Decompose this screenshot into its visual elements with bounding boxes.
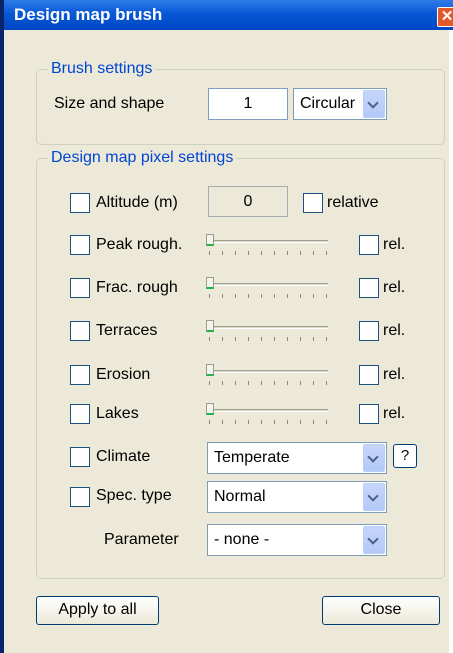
slider-thumb[interactable] [206, 364, 214, 376]
chevron-down-icon[interactable] [363, 444, 385, 472]
terraces-checkbox[interactable] [70, 321, 90, 341]
terraces-rel-label: rel. [383, 322, 406, 339]
lakes-rel-checkbox[interactable] [359, 404, 379, 424]
erosion-rel-checkbox[interactable] [359, 365, 379, 385]
pixel-settings-legend: Design map pixel settings [48, 149, 237, 167]
lakes-checkbox[interactable] [70, 404, 90, 424]
shape-select[interactable]: Circular [293, 88, 387, 120]
peak-rough-rel-checkbox[interactable] [359, 235, 379, 255]
brush-settings-legend: Brush settings [48, 60, 156, 78]
chevron-down-icon[interactable] [363, 90, 385, 118]
slider-thumb[interactable] [206, 320, 214, 332]
spec-type-select-value: Normal [214, 488, 266, 505]
spec-type-select[interactable]: Normal [207, 481, 387, 513]
parameter-select[interactable]: - none - [207, 524, 387, 556]
altitude-relative-checkbox[interactable] [303, 193, 323, 213]
climate-help-button[interactable]: ? [393, 444, 417, 468]
climate-label: Climate [96, 448, 151, 465]
peak-rough-label: Peak rough. [96, 236, 183, 253]
size-input[interactable]: 1 [208, 88, 288, 120]
peak-rough-rel-label: rel. [383, 236, 406, 253]
spec-type-label: Spec. type [96, 487, 172, 504]
altitude-label: Altitude (m) [96, 194, 178, 211]
climate-select-value: Temperate [214, 449, 290, 466]
altitude-relative-label: relative [327, 194, 379, 211]
design-map-brush-window: Design map brush ✕ Brush settings Size a… [0, 0, 453, 653]
lakes-rel-label: rel. [383, 405, 406, 422]
apply-to-all-button[interactable]: Apply to all [36, 596, 159, 625]
frac-rough-rel-checkbox[interactable] [359, 278, 379, 298]
close-button[interactable]: Close [322, 596, 440, 625]
erosion-slider[interactable] [206, 364, 332, 392]
peak-rough-slider[interactable] [206, 234, 332, 262]
altitude-input[interactable]: 0 [208, 186, 288, 217]
size-shape-label: Size and shape [54, 95, 165, 112]
parameter-label: Parameter [104, 531, 179, 548]
climate-select[interactable]: Temperate [207, 442, 387, 474]
terraces-label: Terraces [96, 322, 158, 339]
chevron-down-icon[interactable] [363, 483, 385, 511]
climate-checkbox[interactable] [70, 447, 90, 467]
frac-rough-label: Frac. rough [96, 279, 178, 296]
lakes-label: Lakes [96, 405, 139, 422]
slider-thumb[interactable] [206, 403, 214, 415]
altitude-checkbox[interactable] [70, 193, 90, 213]
spec-type-checkbox[interactable] [70, 487, 90, 507]
terraces-rel-checkbox[interactable] [359, 321, 379, 341]
slider-thumb[interactable] [206, 277, 214, 289]
title-bar[interactable]: Design map brush ✕ [4, 0, 453, 30]
erosion-label: Erosion [96, 366, 151, 383]
close-icon[interactable]: ✕ [437, 7, 453, 27]
parameter-select-value: - none - [214, 531, 270, 548]
frac-rough-slider[interactable] [206, 277, 332, 305]
frac-rough-checkbox[interactable] [70, 278, 90, 298]
window-title: Design map brush [14, 5, 163, 24]
slider-thumb[interactable] [206, 234, 214, 246]
shape-select-value: Circular [300, 95, 356, 112]
chevron-down-icon[interactable] [363, 526, 385, 554]
frac-rough-rel-label: rel. [383, 279, 406, 296]
erosion-checkbox[interactable] [70, 365, 90, 385]
erosion-rel-label: rel. [383, 366, 406, 383]
lakes-slider[interactable] [206, 403, 332, 431]
terraces-slider[interactable] [206, 320, 332, 348]
peak-rough-checkbox[interactable] [70, 235, 90, 255]
